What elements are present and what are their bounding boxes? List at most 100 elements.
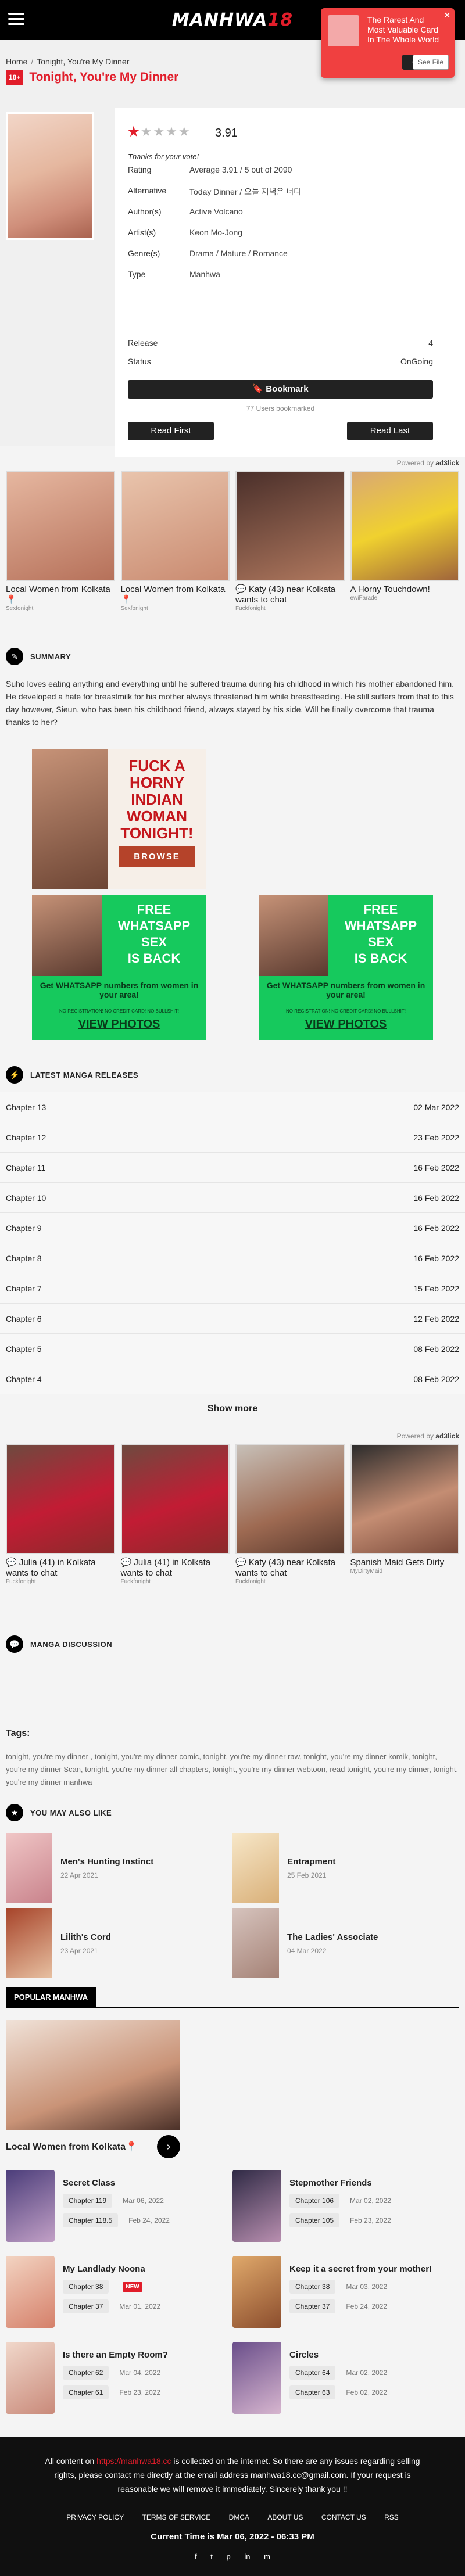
rating-stars[interactable]: ★★★★★ [128, 124, 191, 139]
close-icon[interactable]: × [445, 10, 450, 21]
chapter-row[interactable]: Chapter 5 08 Feb 2022 [0, 1334, 465, 1364]
popular-cover[interactable] [233, 2170, 281, 2242]
popular-title[interactable]: Is there an Empty Room? [63, 2350, 217, 2360]
ad-title[interactable]: A Horny Touchdown! [350, 584, 460, 595]
ad-title[interactable]: 💬 Katy (43) near Kolkata wants to chat [235, 584, 345, 605]
whatsapp-ad-right[interactable]: FREE WHATSAPP SEX IS BACK Get WHATSAPP numb… [259, 895, 433, 1040]
twitter-icon[interactable]: t [210, 2552, 213, 2561]
ad-image[interactable] [6, 471, 115, 581]
popular-title[interactable]: Circles [289, 2350, 444, 2360]
ad-image[interactable] [120, 471, 230, 581]
show-more-button[interactable]: Show more [0, 1394, 465, 1423]
popular-item[interactable]: Circles Chapter 64 Mar 02, 2022 Chapter 63 F… [233, 2335, 459, 2421]
tags-list[interactable]: tonight, you're my dinner , tonight, you… [0, 1750, 465, 1789]
chapter-name[interactable]: Chapter 12 [6, 1133, 46, 1142]
popular-chapter[interactable]: Chapter 62 [63, 2366, 109, 2380]
footer-link-contact[interactable]: CONTACT US [321, 2513, 366, 2521]
popular-title[interactable]: Secret Class [63, 2178, 217, 2188]
also-like-title[interactable]: Entrapment [287, 1857, 335, 1867]
ad-card[interactable]: 💬 Julia (41) in Kolkata wants to chat Fuc… [6, 1444, 115, 1585]
chapter-row[interactable]: Chapter 4 08 Feb 2022 [0, 1364, 465, 1394]
site-logo[interactable]: MANHWA18 [172, 10, 293, 30]
ad-card[interactable]: Local Women from Kolkata📍 Sexfonight [6, 471, 115, 612]
ad-title[interactable]: 💬 Julia (41) in Kolkata wants to chat [6, 1558, 115, 1578]
ad-card[interactable]: 💬 Katy (43) near Kolkata wants to chat Fu… [235, 471, 345, 612]
banner-browse-button[interactable]: BROWSE [119, 846, 195, 867]
chapter-row[interactable]: Chapter 6 12 Feb 2022 [0, 1304, 465, 1334]
footer-link-terms[interactable]: TERMS OF SERVICE [142, 2513, 211, 2521]
chapter-row[interactable]: Chapter 7 15 Feb 2022 [0, 1273, 465, 1304]
popular-item[interactable]: Secret Class Chapter 119 Mar 06, 2022 Chapt… [6, 2163, 233, 2249]
chapter-name[interactable]: Chapter 9 [6, 1224, 41, 1233]
ad-title[interactable]: 💬 Katy (43) near Kolkata wants to chat [235, 1558, 345, 1578]
ad-image[interactable] [235, 1444, 345, 1554]
popular-cover[interactable] [233, 2342, 281, 2414]
chapter-row[interactable]: Chapter 13 02 Mar 2022 [0, 1092, 465, 1122]
also-like-item[interactable]: The Ladies' Associate 04 Mar 2022 [233, 1906, 459, 1981]
whatsapp-ad-left[interactable]: FREE WHATSAPP SEX IS BACK Get WHATSAPP numb… [32, 895, 206, 1040]
popular-chapter[interactable]: Chapter 119 [63, 2194, 113, 2208]
popular-chapter[interactable]: Chapter 118.5 [63, 2213, 119, 2227]
popular-cover[interactable] [6, 2170, 55, 2242]
powered-brand[interactable]: ad3lick [435, 1432, 459, 1440]
chapter-name[interactable]: Chapter 7 [6, 1284, 41, 1293]
linkedin-icon[interactable]: in [244, 2552, 250, 2561]
ad-card[interactable]: Spanish Maid Gets Dirty MyDirtyMaid [350, 1444, 460, 1585]
chapter-name[interactable]: Chapter 4 [6, 1375, 41, 1384]
popular-chapter[interactable]: Chapter 37 [289, 2299, 336, 2313]
chapter-name[interactable]: Chapter 5 [6, 1344, 41, 1354]
also-like-cover[interactable] [233, 1833, 279, 1903]
ad-title[interactable]: 💬 Julia (41) in Kolkata wants to chat [121, 1558, 230, 1578]
whatsapp-ad-cta[interactable]: VIEW PHOTOS [55, 1018, 183, 1031]
breadcrumb-home[interactable]: Home [6, 57, 27, 66]
popular-chapter[interactable]: Chapter 106 [289, 2194, 340, 2208]
also-like-cover[interactable] [6, 1908, 52, 1978]
chapter-row[interactable]: Chapter 9 16 Feb 2022 [0, 1213, 465, 1243]
info-value[interactable]: Drama / Mature / Romance [189, 249, 288, 258]
mail-icon[interactable]: m [264, 2552, 270, 2561]
ad-image[interactable] [235, 471, 345, 581]
breadcrumb-current[interactable]: Tonight, You're My Dinner [37, 57, 129, 66]
chapter-row[interactable]: Chapter 11 16 Feb 2022 [0, 1153, 465, 1183]
ad-card[interactable]: 💬 Katy (43) near Kolkata wants to chat Fu… [235, 1444, 345, 1585]
info-value[interactable]: Active Volcano [189, 207, 243, 216]
footer-link-rss[interactable]: RSS [384, 2513, 399, 2521]
also-like-title[interactable]: Lilith's Cord [60, 1932, 111, 1942]
ad-title[interactable]: Spanish Maid Gets Dirty [350, 1558, 460, 1568]
popular-ad-caption[interactable]: Local Women from Kolkata📍 › [6, 2134, 180, 2159]
popular-chapter[interactable]: Chapter 38 [63, 2280, 109, 2294]
popular-chapter[interactable]: Chapter 37 [63, 2299, 109, 2313]
facebook-icon[interactable]: f [195, 2552, 197, 2561]
ad-card[interactable]: Local Women from Kolkata📍 Sexfonight [120, 471, 230, 612]
also-like-item[interactable]: Lilith's Cord 23 Apr 2021 [6, 1906, 233, 1981]
read-last-button[interactable]: Read Last [347, 422, 433, 440]
ad-title[interactable]: Local Women from Kolkata📍 [121, 584, 230, 605]
popular-ad-title[interactable]: Local Women from Kolkata📍 [6, 2141, 137, 2152]
popular-cover[interactable] [233, 2256, 281, 2328]
footer-link-privacy[interactable]: PRIVACY POLICY [66, 2513, 124, 2521]
ad-image[interactable] [350, 471, 459, 581]
also-like-cover[interactable] [233, 1908, 279, 1978]
footer-link-about[interactable]: ABOUT US [267, 2513, 303, 2521]
arrow-right-icon[interactable]: › [157, 2135, 180, 2158]
powered-brand[interactable]: ad3lick [435, 459, 459, 467]
ad-image[interactable] [350, 1444, 459, 1554]
popular-item[interactable]: Stepmother Friends Chapter 106 Mar 02, 202… [233, 2163, 459, 2249]
chapter-name[interactable]: Chapter 8 [6, 1254, 41, 1263]
popular-chapter[interactable]: Chapter 63 [289, 2385, 336, 2399]
popular-item[interactable]: Keep it a secret from your mother! Chapte… [233, 2249, 459, 2335]
popular-cover[interactable] [6, 2342, 55, 2414]
chapter-name[interactable]: Chapter 11 [6, 1163, 45, 1172]
info-value[interactable]: Keon Mo-Jong [189, 228, 242, 237]
notification-see-file-button[interactable]: See File [413, 55, 449, 70]
popular-cover[interactable] [6, 2256, 55, 2328]
popular-chapter[interactable]: Chapter 105 [289, 2213, 340, 2227]
popular-title[interactable]: Keep it a secret from your mother! [289, 2264, 444, 2274]
ad-card[interactable]: 💬 Julia (41) in Kolkata wants to chat Fuc… [120, 1444, 230, 1585]
chapter-row[interactable]: Chapter 12 23 Feb 2022 [0, 1122, 465, 1153]
chapter-name[interactable]: Chapter 13 [6, 1103, 46, 1112]
ad-title[interactable]: Local Women from Kolkata📍 [6, 584, 115, 605]
popular-title[interactable]: My Landlady Noona [63, 2264, 217, 2274]
popular-item[interactable]: My Landlady Noona Chapter 38 NEW Chapter 37… [6, 2249, 233, 2335]
popular-chapter[interactable]: Chapter 61 [63, 2385, 109, 2399]
